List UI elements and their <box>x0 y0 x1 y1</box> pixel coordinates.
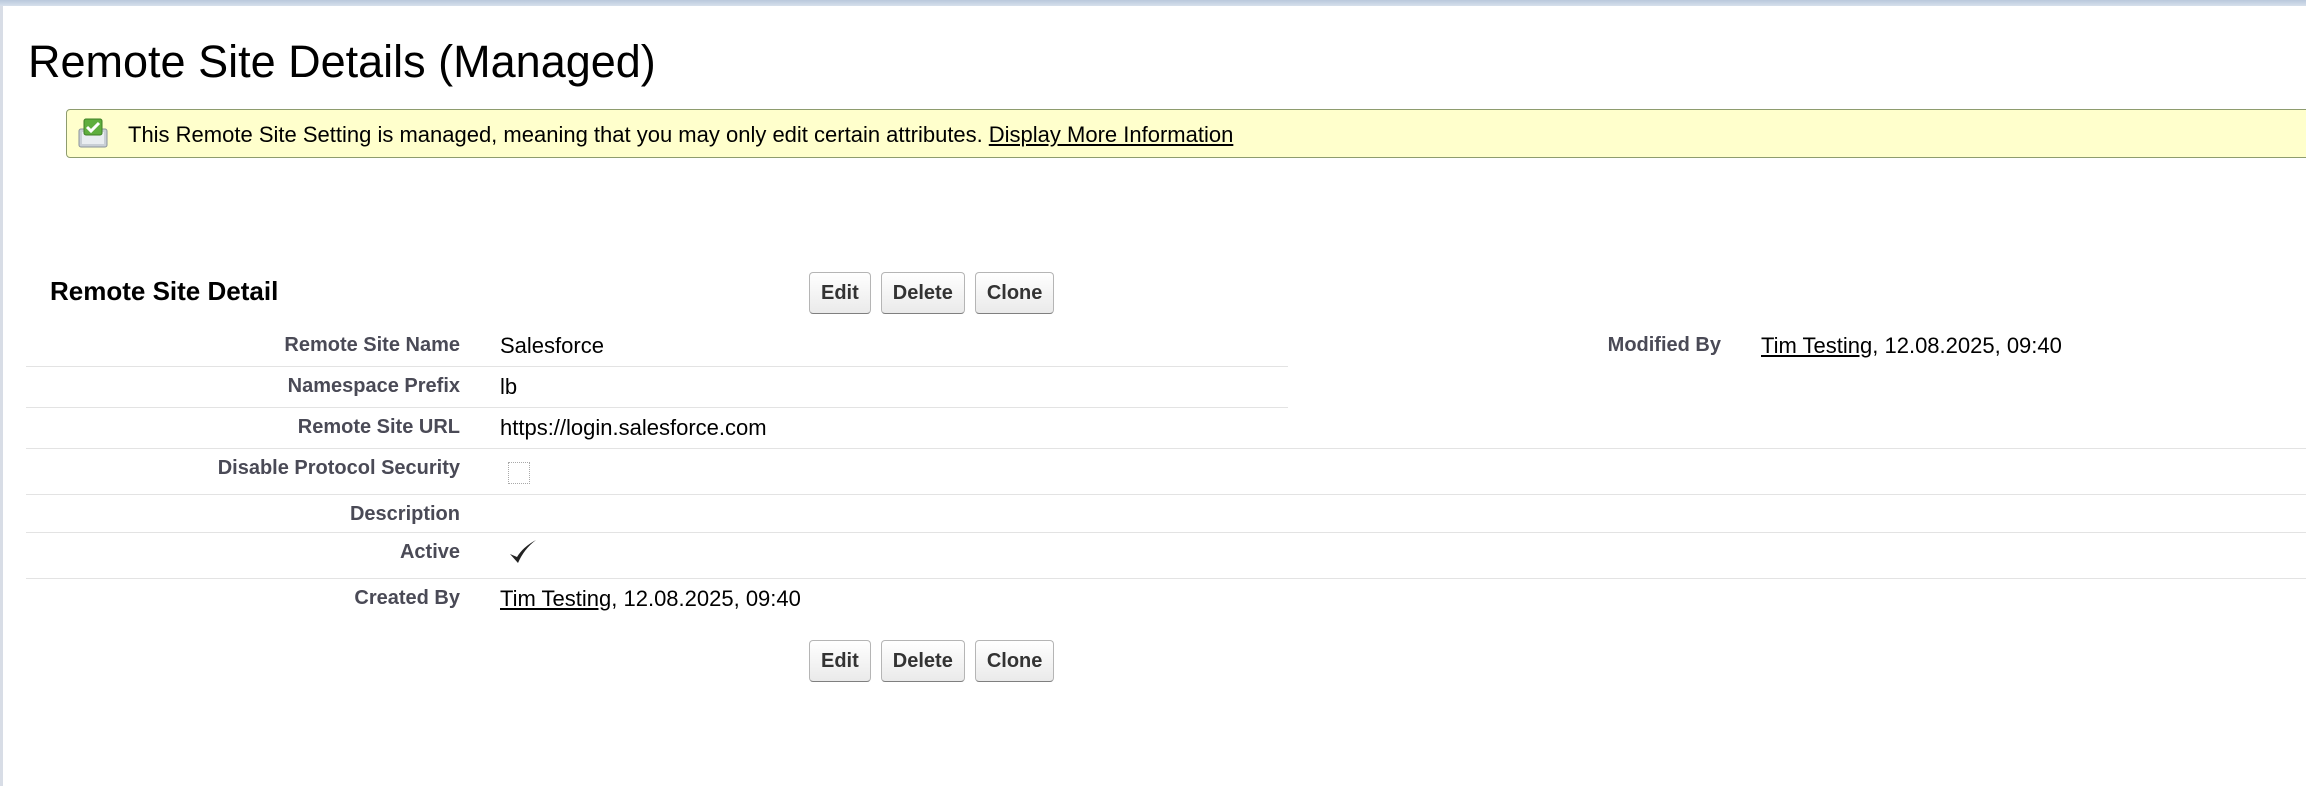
remote-site-name-value: Salesforce <box>500 333 604 358</box>
description-label: Description <box>349 503 460 525</box>
created-by-date: , 12.08.2025, 09:40 <box>611 586 801 611</box>
row-divider <box>26 407 1288 408</box>
delete-button[interactable]: Delete <box>880 640 965 682</box>
remote-site-name-label: Remote Site Name <box>284 334 460 356</box>
disable-protocol-security-label: Disable Protocol Security <box>217 457 460 479</box>
modified-by-label: Modified By <box>1607 334 1721 356</box>
delete-button[interactable]: Delete <box>880 272 965 314</box>
row-divider <box>26 532 2306 533</box>
row-divider <box>26 494 2306 495</box>
clone-button[interactable]: Clone <box>974 640 1055 682</box>
bottom-button-bar: Edit Delete Clone <box>809 640 1055 682</box>
row-divider <box>26 578 2306 579</box>
message-text: This Remote Site Setting is managed, mea… <box>128 122 1233 148</box>
modified-by-user-link[interactable]: Tim Testing <box>1761 333 1872 358</box>
top-border <box>0 0 2306 6</box>
namespace-prefix-value: lb <box>500 374 518 399</box>
row-divider <box>26 366 1288 367</box>
message-body: This Remote Site Setting is managed, mea… <box>128 122 983 147</box>
remote-site-url-label: Remote Site URL <box>297 416 460 438</box>
namespace-prefix-label: Namespace Prefix <box>287 375 460 397</box>
active-checkmark-icon <box>510 540 536 563</box>
created-by-value: Tim Testing, 12.08.2025, 09:40 <box>500 586 801 612</box>
row-divider <box>26 448 2306 449</box>
modified-by-date: , 12.08.2025, 09:40 <box>1872 333 2062 358</box>
managed-package-check-icon <box>78 118 108 148</box>
created-by-user-link[interactable]: Tim Testing <box>500 586 611 611</box>
page-title: Remote Site Details (Managed) <box>28 36 656 87</box>
remote-site-url-value: https://login.salesforce.com <box>500 415 767 440</box>
managed-info-message: This Remote Site Setting is managed, mea… <box>66 109 2306 158</box>
modified-by-value: Tim Testing, 12.08.2025, 09:40 <box>1761 333 2062 359</box>
edit-button[interactable]: Edit <box>809 272 871 314</box>
active-label: Active <box>399 541 460 563</box>
section-title: Remote Site Detail <box>50 276 279 306</box>
display-more-information-link[interactable]: Display More Information <box>989 122 1234 147</box>
created-by-label: Created By <box>354 587 460 609</box>
top-button-bar: Edit Delete Clone <box>809 272 1055 314</box>
clone-button[interactable]: Clone <box>974 272 1055 314</box>
page-left-border <box>0 6 3 786</box>
disable-protocol-security-checkbox <box>508 462 530 484</box>
edit-button[interactable]: Edit <box>809 640 871 682</box>
